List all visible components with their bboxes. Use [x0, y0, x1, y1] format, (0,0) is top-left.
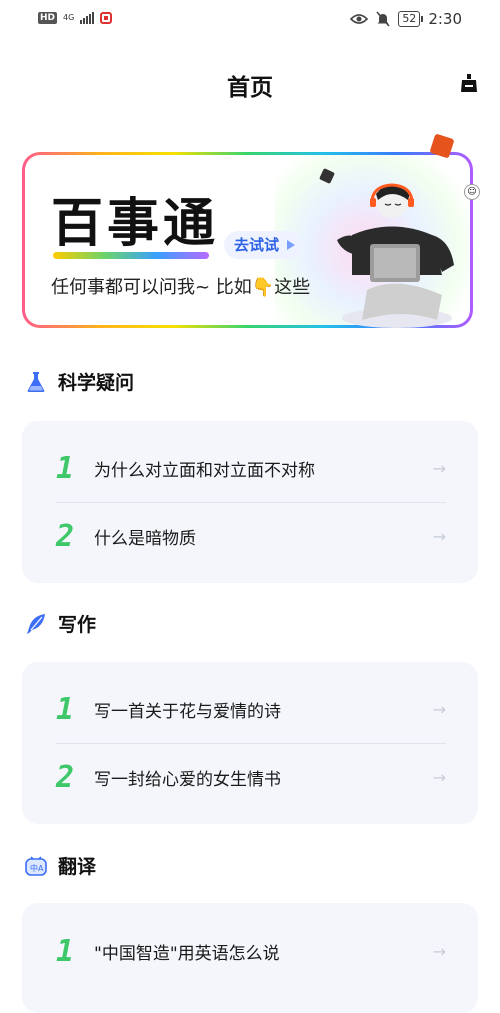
- item-number: 2: [56, 518, 75, 554]
- section-header-writing: 写作: [24, 610, 96, 637]
- eye-icon: [350, 14, 369, 24]
- section-header-translate: 中A 翻译: [24, 852, 96, 879]
- suggestion-item[interactable]: 1 为什么对立面和对立面不对称 →: [56, 435, 446, 501]
- item-number: 1: [56, 933, 75, 969]
- translate-icon: 中A: [25, 855, 47, 876]
- arrow-right-icon: →: [432, 768, 446, 787]
- status-bar: HD 4G 52 2:30: [0, 0, 500, 40]
- banner-title-underline: [53, 252, 209, 259]
- suggestion-item[interactable]: 1 写一首关于花与爱情的诗 →: [56, 676, 446, 742]
- smiley-icon: ☺: [464, 184, 480, 200]
- suggestion-item[interactable]: 2 什么是暗物质 →: [56, 503, 446, 569]
- arrow-right-icon: →: [432, 527, 446, 546]
- feather-pen-icon: [27, 613, 45, 634]
- item-text: 什么是暗物质: [94, 528, 196, 549]
- signal-icon: [80, 12, 95, 24]
- play-arrow-icon: [287, 240, 296, 250]
- item-number: 1: [56, 691, 75, 727]
- banner-subtitle: 任何事都可以问我~ 比如👇这些: [51, 277, 311, 298]
- clock: 2:30: [428, 10, 462, 28]
- flask-icon: [27, 371, 45, 392]
- suggestion-card-translate: 1 "中国智造"用英语怎么说 →: [22, 903, 478, 1013]
- section-title: 科学疑问: [58, 372, 135, 394]
- try-button[interactable]: 去试试: [224, 231, 304, 259]
- suggestion-card-science: 1 为什么对立面和对立面不对称 → 2 什么是暗物质 →: [22, 421, 478, 583]
- arrow-right-icon: →: [432, 459, 446, 478]
- app-notification-icon: [100, 12, 113, 24]
- svg-text:中A: 中A: [30, 863, 44, 873]
- person-with-laptop-illustration: [337, 183, 454, 328]
- page-title: 首页: [227, 75, 273, 101]
- arrow-right-icon: →: [432, 700, 446, 719]
- item-text: 写一首关于花与爱情的诗: [94, 701, 281, 722]
- banner-title: 百事通: [51, 193, 220, 254]
- status-right: 52 2:30: [350, 10, 462, 28]
- suggestion-card-writing: 1 写一首关于花与爱情的诗 → 2 写一封给心爱的女生情书 →: [22, 662, 478, 824]
- mute-bell-icon: [376, 11, 390, 27]
- suggestion-item[interactable]: 1 "中国智造"用英语怎么说 →: [56, 918, 446, 984]
- try-button-label: 去试试: [234, 236, 280, 254]
- status-left: HD 4G: [38, 12, 113, 24]
- section-title: 翻译: [58, 856, 97, 878]
- network-type: 4G: [63, 13, 75, 22]
- broom-icon[interactable]: [459, 73, 479, 93]
- battery-indicator: 52: [398, 11, 424, 27]
- hd-badge: HD: [38, 12, 58, 24]
- section-header-science: 科学疑问: [24, 368, 134, 395]
- item-text: 为什么对立面和对立面不对称: [94, 460, 315, 481]
- section-title: 写作: [58, 614, 97, 636]
- arrow-right-icon: →: [432, 942, 446, 961]
- suggestion-item[interactable]: 2 写一封给心爱的女生情书 →: [56, 744, 446, 810]
- item-number: 2: [56, 759, 75, 795]
- item-text: "中国智造"用英语怎么说: [94, 943, 280, 964]
- item-text: 写一封给心爱的女生情书: [94, 769, 281, 790]
- item-number: 1: [56, 450, 75, 486]
